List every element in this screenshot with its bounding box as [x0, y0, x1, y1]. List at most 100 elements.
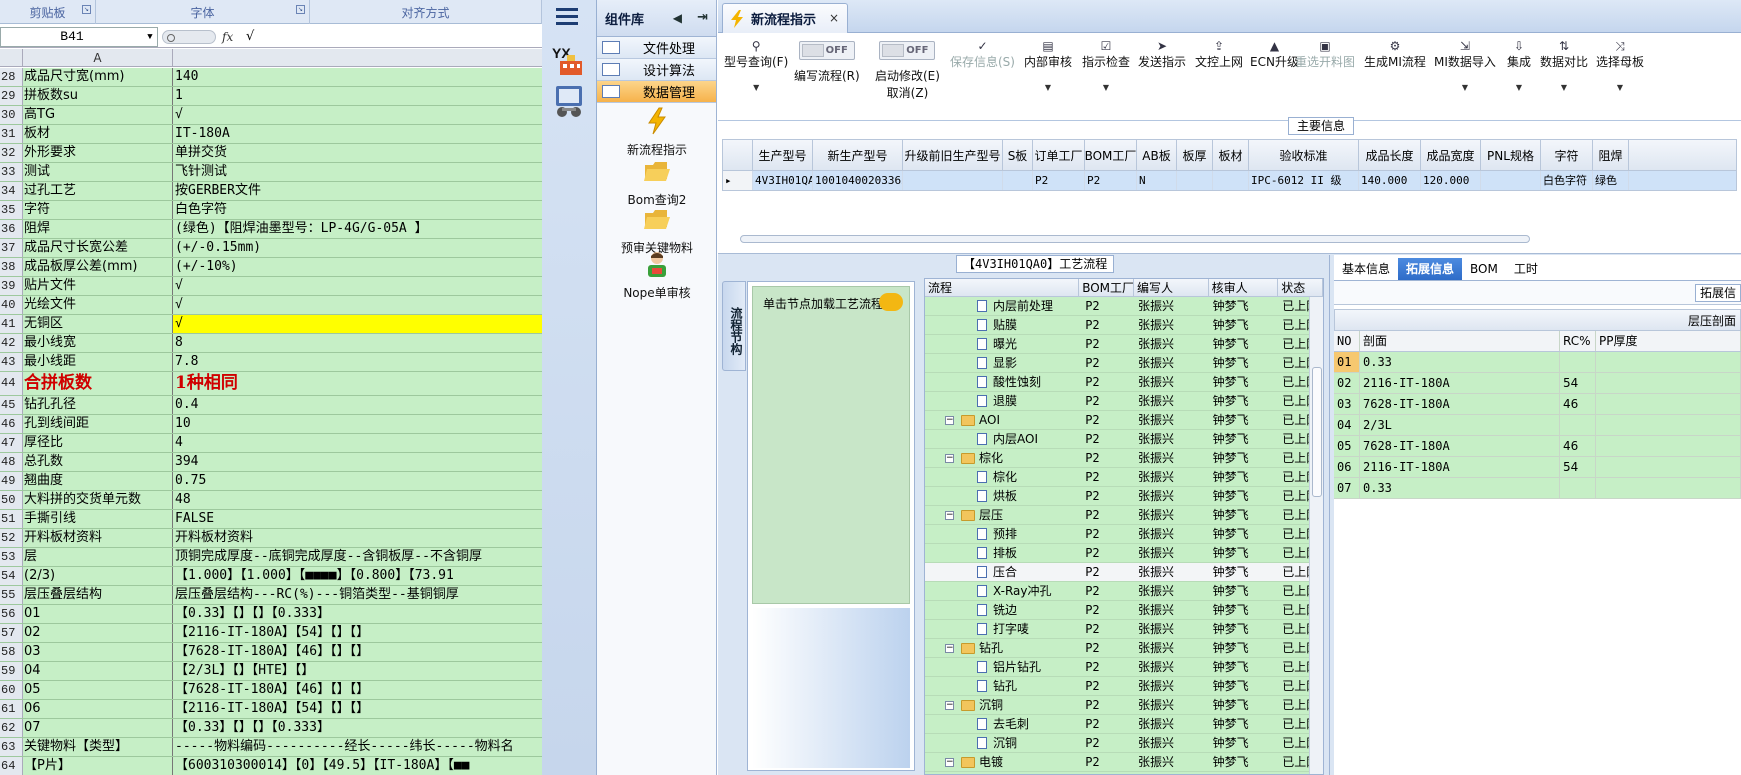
gen-mi-flow-button[interactable]: ⚙ 生成MI流程 — [1364, 39, 1426, 70]
cancel-label[interactable]: 取消(Z) — [875, 84, 940, 101]
mi-import-button[interactable]: ⇲ MI数据导入 ▼ — [1434, 39, 1496, 92]
detail-tab[interactable]: 基本信息 — [1334, 258, 1398, 280]
tree-node[interactable]: 沉铜 — [925, 734, 1079, 752]
row-number[interactable]: 55 — [0, 586, 23, 604]
row-number[interactable]: 45 — [0, 396, 23, 414]
row-number[interactable]: 43 — [0, 353, 23, 371]
chevron-down-icon[interactable]: ▼ — [1507, 83, 1531, 92]
cell-b[interactable]: IT-180A — [173, 125, 542, 143]
cell-a[interactable]: 最小线宽 — [23, 334, 173, 352]
tree-row[interactable]: 酸性蚀刻 P2 张振兴 钟梦飞 已上网 — [925, 373, 1323, 392]
cell-a[interactable]: 翘曲度 — [23, 472, 173, 490]
cell-b[interactable]: 【600310300014】【0】【49.5】【IT-180A】【■■ — [173, 757, 542, 775]
cell-a[interactable]: 【P片】 — [23, 757, 173, 775]
cell-b[interactable]: 【2116-IT-180A】【54】【】【】 — [173, 700, 542, 718]
tree-column-header[interactable]: 编写人 — [1134, 279, 1209, 296]
grid-cell[interactable] — [1481, 171, 1541, 190]
chevron-down-icon[interactable]: ▼ — [1024, 83, 1072, 92]
grid-cell[interactable] — [903, 171, 1003, 190]
cell-a[interactable]: 合拼板数 — [23, 372, 173, 395]
tree-row[interactable]: 沉铜 P2 张振兴 钟梦飞 已上网 — [925, 734, 1323, 753]
row-number[interactable]: 42 — [0, 334, 23, 352]
vertical-scrollbar[interactable] — [1309, 297, 1323, 774]
cell-b[interactable]: 1种相同 — [173, 372, 542, 395]
column-header[interactable]: 剖面 — [1360, 331, 1560, 351]
cell-a[interactable]: 成品尺寸长宽公差 — [23, 239, 173, 257]
tree-row[interactable]: − 棕化 P2 张振兴 钟梦飞 已上网 — [925, 449, 1323, 468]
cell-b[interactable]: 10 — [173, 415, 542, 433]
cell-b[interactable]: √ — [173, 277, 542, 295]
tree-row[interactable]: 内层前处理 P2 张振兴 钟梦飞 已上网 — [925, 297, 1323, 316]
tree-node[interactable]: 钻孔 — [925, 677, 1079, 695]
row-number[interactable]: 64 — [0, 757, 23, 775]
cell-b[interactable]: 【0.33】【】【】【0.333】 — [173, 719, 542, 737]
cell-b[interactable]: √ — [173, 315, 542, 333]
tool-new-flow-instruction[interactable]: 新流程指示 — [597, 107, 717, 158]
ribbon-group-clipboard[interactable]: 剪贴板 ↘ — [0, 0, 96, 24]
column-header[interactable]: RC% — [1560, 331, 1596, 351]
row-number[interactable]: 39 — [0, 277, 23, 295]
cell-b[interactable]: 1 — [173, 87, 542, 105]
tool-nope-review[interactable]: Nope单审核 — [597, 250, 717, 301]
cell-b[interactable]: 394 — [173, 453, 542, 471]
ribbon-group-font[interactable]: 字体 ↘ — [96, 0, 310, 24]
tool-prereview-materials[interactable]: 预审关键物料 — [597, 205, 717, 256]
tree-node[interactable]: 内层AOI — [925, 430, 1079, 448]
chevron-down-icon[interactable]: ▼ — [1082, 83, 1130, 92]
tree-node[interactable]: 内层前处理 — [925, 297, 1079, 315]
save-info-button[interactable]: ✓ 保存信息(S) — [950, 39, 1015, 70]
cell-a[interactable]: 02 — [23, 624, 173, 642]
grid-cell[interactable]: 10010400203362 — [813, 171, 903, 190]
row-number[interactable]: 40 — [0, 296, 23, 314]
detail-tab[interactable]: 拓展信息 — [1398, 258, 1463, 280]
cell-a[interactable]: 拼板数su — [23, 87, 173, 105]
instruction-check-button[interactable]: ☑ 指示检查 ▼ — [1082, 39, 1130, 92]
tree-node[interactable]: 酸性蚀刻 — [925, 373, 1079, 391]
complib-item-design-algorithm[interactable]: 设计算法 — [597, 59, 716, 81]
name-box[interactable]: B41 ▼ — [0, 26, 158, 47]
column-header[interactable]: AB板 — [1137, 140, 1177, 170]
cell-b[interactable]: 0.4 — [173, 396, 542, 414]
cell-a[interactable]: (2/3) — [23, 567, 173, 585]
cell-b[interactable]: √ — [173, 106, 542, 124]
cell-a[interactable]: 钻孔孔径 — [23, 396, 173, 414]
internal-review-button[interactable]: ▤ 内部审核 ▼ — [1024, 39, 1072, 92]
row-number[interactable]: 48 — [0, 453, 23, 471]
cell-a[interactable]: 05 — [23, 681, 173, 699]
lamination-row[interactable]: 04 2/3L — [1334, 415, 1741, 436]
tree-node[interactable]: 压合 — [925, 563, 1079, 581]
tree-node[interactable]: 打字唛 — [925, 620, 1079, 638]
menu-icon[interactable] — [556, 8, 578, 28]
dock-icon[interactable]: ⇥ — [697, 10, 708, 25]
cell-b[interactable]: -----物料编码----------经长-----纬长-----物料名 — [173, 738, 542, 756]
formula-input[interactable]: √ — [238, 29, 542, 44]
cell-b[interactable]: √ — [173, 296, 542, 314]
column-header[interactable]: BOM工厂 — [1085, 140, 1137, 170]
collapse-icon[interactable]: − — [945, 644, 954, 653]
cell-a[interactable]: 光绘文件 — [23, 296, 173, 314]
cell-b[interactable]: 48 — [173, 491, 542, 509]
row-number[interactable]: 54 — [0, 567, 23, 585]
cell-b[interactable]: 层压叠层结构---RC(%)---铜箔类型--基铜铜厚 — [173, 586, 542, 604]
column-header-a[interactable]: A — [23, 49, 173, 66]
row-number[interactable]: 30 — [0, 106, 23, 124]
tree-node[interactable]: − 沉铜 — [925, 696, 1079, 714]
tree-row[interactable]: 显影 P2 张振兴 钟梦飞 已上网 — [925, 354, 1323, 373]
detail-tab[interactable]: BOM — [1462, 258, 1506, 280]
tree-row[interactable]: − AOI P2 张振兴 钟梦飞 已上网 — [925, 411, 1323, 430]
complib-item-data-management[interactable]: 数据管理 — [597, 81, 716, 103]
tree-node[interactable]: 排板 — [925, 544, 1079, 562]
tree-node[interactable]: − AOI — [925, 411, 1079, 429]
collapse-icon[interactable]: − — [945, 511, 954, 520]
cell-a[interactable]: 阻焊 — [23, 220, 173, 238]
lamination-row[interactable]: 05 7628-IT-180A 46 — [1334, 436, 1741, 457]
cell-a[interactable]: 层压叠层结构 — [23, 586, 173, 604]
cell-b[interactable]: 4 — [173, 434, 542, 452]
row-number[interactable]: 53 — [0, 548, 23, 566]
edit-flow-toggle[interactable]: OFF 编写流程(R) — [794, 41, 860, 84]
column-header[interactable]: 阻焊 — [1593, 140, 1629, 170]
lamination-row[interactable]: 07 0.33 — [1334, 478, 1741, 499]
cell-a[interactable]: 总孔数 — [23, 453, 173, 471]
grid-cell[interactable]: P2 — [1085, 171, 1137, 190]
row-number[interactable]: 41 — [0, 315, 23, 333]
